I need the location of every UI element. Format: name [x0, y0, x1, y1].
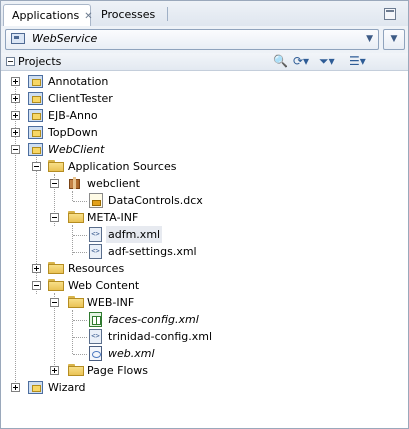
tree-node-page-flows[interactable]: Page Flows	[1, 362, 408, 379]
collapse-panel-icon[interactable]	[6, 57, 15, 66]
maximize-icon[interactable]	[384, 8, 396, 20]
project-icon	[28, 109, 43, 122]
tree-node-webclient-package[interactable]: webclient	[1, 175, 408, 192]
xml-file-icon	[89, 227, 102, 242]
project-icon	[28, 381, 43, 394]
tab-processes-label: Processes	[101, 8, 156, 21]
tree-node-label: DataControls.dcx	[108, 194, 203, 207]
tab-bar: Applications ✕ Processes	[1, 1, 408, 27]
tab-processes[interactable]: Processes	[93, 4, 157, 26]
folder-icon	[68, 364, 84, 376]
tree-node-clienttester[interactable]: ClientTester	[1, 90, 408, 107]
projects-panel-title: Projects	[18, 55, 62, 68]
project-icon	[28, 75, 43, 88]
tab-applications[interactable]: Applications ✕	[3, 4, 93, 26]
tree-node-label: WebClient	[48, 143, 105, 156]
tree-node-label: WEB-INF	[87, 296, 135, 309]
tree-node-web-content[interactable]: Web Content	[1, 277, 408, 294]
tree-node-application-sources[interactable]: Application Sources	[1, 158, 408, 175]
tab-separator	[167, 7, 168, 21]
tree-node-resources[interactable]: Resources	[1, 260, 408, 277]
tree-line	[73, 337, 87, 338]
tree-line	[73, 252, 87, 253]
tree-node-faces-config-xml[interactable]: faces-config.xml	[1, 311, 408, 328]
chevron-down-icon[interactable]: ▼	[366, 34, 373, 44]
tree-node-adf-settings-xml[interactable]: adf-settings.xml	[1, 243, 408, 260]
application-selector-row: WebService ▼ ▼	[1, 26, 408, 54]
application-icon	[11, 33, 25, 44]
tree-node-label: faces-config.xml	[108, 313, 199, 326]
collapse-icon[interactable]	[50, 298, 59, 307]
tree-node-label: trinidad-config.xml	[108, 330, 213, 343]
tree-node-label: Resources	[68, 262, 125, 275]
tree-node-annotation[interactable]: Annotation	[1, 73, 408, 90]
tree-line	[73, 235, 87, 236]
tree-node-meta-inf[interactable]: META-INF	[1, 209, 408, 226]
close-icon[interactable]: ✕	[84, 11, 92, 22]
web-xml-icon	[89, 346, 102, 361]
expand-icon[interactable]	[11, 128, 20, 137]
tree-node-label: Page Flows	[87, 364, 148, 377]
application-menu-button[interactable]: ▼	[383, 29, 405, 50]
application-combobox[interactable]: WebService ▼	[5, 29, 379, 50]
expand-icon[interactable]	[50, 366, 59, 375]
tree-line	[73, 320, 87, 321]
collapse-icon[interactable]	[50, 179, 59, 188]
tree-node-ejb-anno[interactable]: EJB-Anno	[1, 107, 408, 124]
tree-node-web-xml[interactable]: web.xml	[1, 345, 408, 362]
tree-line	[73, 201, 87, 202]
folder-icon	[48, 160, 64, 172]
filter-icon[interactable]: ⏷▾	[319, 54, 335, 69]
tree-node-label: EJB-Anno	[48, 109, 98, 122]
tree-node-label: adf-settings.xml	[108, 245, 197, 258]
xml-file-icon	[89, 244, 102, 259]
expand-icon[interactable]	[11, 94, 20, 103]
applications-window: Applications ✕ Processes WebService ▼ ▼ P…	[0, 0, 409, 429]
folder-icon	[68, 296, 84, 308]
application-name: WebService	[32, 32, 98, 45]
expand-icon[interactable]	[11, 383, 20, 392]
folder-icon	[48, 262, 64, 274]
tree-node-label: webclient	[87, 177, 140, 190]
chevron-down-icon: ▼	[390, 34, 398, 44]
tab-applications-label: Applications	[12, 9, 80, 22]
xml-file-icon	[89, 329, 102, 344]
tree-node-label: Web Content	[68, 279, 140, 292]
tree-node-label: adfm.xml	[106, 226, 163, 243]
tree-node-adfm-xml[interactable]: adfm.xml	[1, 226, 408, 243]
project-icon	[28, 92, 43, 105]
search-icon[interactable]: 🔍	[273, 54, 288, 69]
tree-node-topdown[interactable]: TopDown	[1, 124, 408, 141]
expand-icon[interactable]	[11, 77, 20, 86]
tree-node-label: META-INF	[87, 211, 139, 224]
collapse-icon[interactable]	[11, 145, 20, 154]
faces-config-icon	[89, 312, 102, 327]
project-icon	[28, 143, 43, 156]
expand-icon[interactable]	[32, 264, 41, 273]
folder-icon	[68, 211, 84, 223]
sync-icon[interactable]: ⟳▾	[293, 54, 309, 69]
tree-node-webclient-project[interactable]: WebClient	[1, 141, 408, 158]
data-controls-icon	[89, 193, 103, 208]
tree-node-label: Annotation	[48, 75, 109, 88]
collapse-icon[interactable]	[32, 162, 41, 171]
tree-line	[73, 354, 87, 355]
tree-node-wizard[interactable]: Wizard	[1, 379, 408, 396]
expand-icon[interactable]	[11, 111, 20, 120]
project-icon	[28, 126, 43, 139]
tree-node-label: TopDown	[48, 126, 98, 139]
tree-node-label: Wizard	[48, 381, 86, 394]
sort-icon[interactable]: ☰▾	[349, 54, 366, 69]
folder-icon	[48, 279, 64, 291]
tree-node-web-inf[interactable]: WEB-INF	[1, 294, 408, 311]
collapse-icon[interactable]	[50, 213, 59, 222]
tree-node-label: Application Sources	[68, 160, 177, 173]
package-icon	[68, 177, 81, 190]
collapse-icon[interactable]	[32, 281, 41, 290]
tree-node-datacontrols-dcx[interactable]: DataControls.dcx	[1, 192, 408, 209]
projects-panel-header: Projects 🔍 ⟳▾ ⏷▾ ☰▾	[1, 53, 408, 71]
tree-node-label: ClientTester	[48, 92, 113, 105]
tree-node-label: web.xml	[108, 347, 155, 360]
tree-node-trinidad-config-xml[interactable]: trinidad-config.xml	[1, 328, 408, 345]
